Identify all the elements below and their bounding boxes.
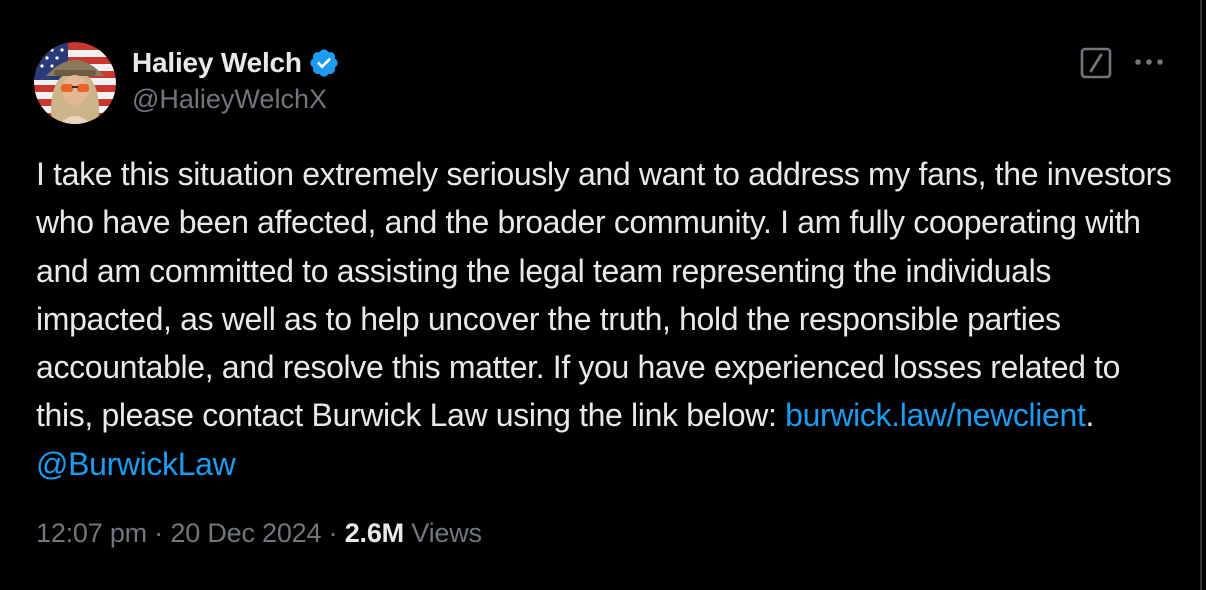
link-burwick-newclient[interactable]: burwick.law/newclient [785,397,1086,433]
meta-separator: · [321,518,345,548]
author-handle[interactable]: @HalieyWelchX [132,84,327,115]
grok-button[interactable] [1079,46,1113,80]
author-name[interactable]: Haliey Welch [132,47,302,79]
meta-separator: · [146,518,171,548]
author-name-row: Haliey Welch [132,44,340,82]
tweet-date[interactable]: 20 Dec 2024 [170,518,321,548]
mention-burwicklaw[interactable]: @BurwickLaw [36,446,236,482]
views-count[interactable]: 2.6M [345,518,404,548]
tweet-text: I take this situation extremely seriousl… [36,150,1176,488]
tweet-meta: 12:07 pm · 20 Dec 2024 · 2.6M Views [36,518,482,549]
tweet-time[interactable]: 12:07 pm [36,518,147,548]
frame-border [1200,0,1202,590]
verified-badge-icon[interactable] [308,47,340,79]
more-options-button[interactable] [1132,47,1166,77]
tweet-body: I take this situation extremely seriousl… [36,156,1172,434]
more-dots-icon [1135,59,1163,65]
views-label: Views [411,518,482,548]
link-separator: . [1085,397,1095,434]
avatar-image [34,42,116,124]
avatar[interactable] [34,42,116,124]
grok-slash-icon [1080,47,1112,79]
